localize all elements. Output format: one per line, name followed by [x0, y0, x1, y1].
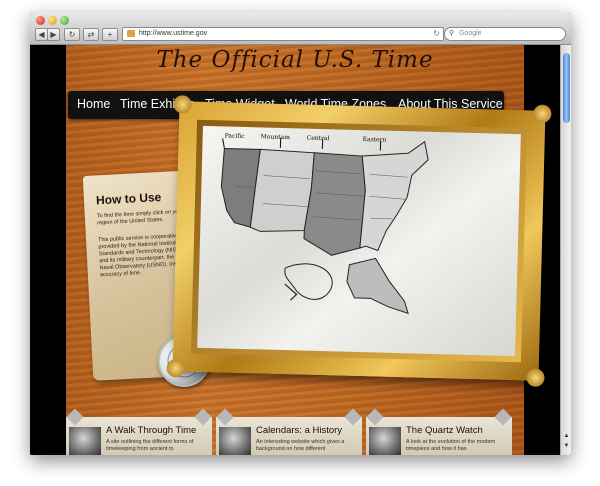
frame-ornament-icon — [526, 368, 545, 387]
card-tab-icon — [494, 408, 512, 426]
search-field[interactable]: ⚲ Google — [444, 27, 566, 41]
add-bookmark-icon[interactable]: + — [102, 28, 118, 41]
time-zone-region-mountain[interactable] — [249, 148, 315, 233]
site-favicon-icon — [127, 30, 135, 37]
exhibit-card-walk-through-time[interactable]: A Walk Through Time A site outlining the… — [66, 408, 212, 455]
web-page: The Official U.S. Time Home Time Exhibit… — [30, 45, 560, 455]
exhibit-title[interactable]: The Quartz Watch — [406, 425, 483, 436]
card-tab-icon — [66, 408, 84, 426]
card-tab-icon — [194, 408, 212, 426]
search-field-placeholder: Google — [459, 30, 482, 37]
card-tab-icon — [216, 408, 234, 426]
exhibit-title[interactable]: A Walk Through Time — [106, 425, 196, 436]
map-frame: Pacific Mountain Central Eastern — [166, 95, 552, 387]
close-window-button[interactable] — [36, 16, 45, 25]
time-zone-region-alaska[interactable] — [346, 257, 409, 315]
exhibit-thumbnail — [219, 427, 251, 455]
search-icon: ⚲ — [449, 30, 455, 37]
zoom-window-button[interactable] — [60, 16, 69, 25]
browser-toolbar: ◀ ▶ ↻ ⇄ + http://www.ustime.gov ↻ ⚲ Goog… — [30, 12, 571, 45]
reload-icon[interactable]: ↻ — [64, 28, 80, 41]
exhibit-description: A site outlining the different forms of … — [106, 439, 194, 452]
snapback-icon[interactable]: ⇄ — [83, 28, 99, 41]
vertical-scrollbar[interactable]: ▲ ▼ — [560, 45, 571, 455]
exhibit-card-quartz-watch[interactable]: The Quartz Watch A look at the evolution… — [366, 408, 512, 455]
us-time-zone-map: Pacific Mountain Central Eastern — [197, 125, 521, 357]
us-map-drawing — [220, 137, 429, 315]
frame-ornament-icon — [173, 95, 192, 114]
forward-arrow-icon[interactable]: ▶ — [47, 28, 60, 41]
exhibit-card-calendars-history[interactable]: Calendars: a History An interesting webs… — [216, 408, 362, 455]
how-to-use-heading: How to Use — [95, 189, 162, 208]
exhibit-description: An interesting website which gives a bac… — [256, 439, 345, 452]
address-bar[interactable]: http://www.ustime.gov ↻ — [122, 27, 444, 41]
card-tab-icon — [344, 408, 362, 426]
exhibit-thumbnail — [369, 427, 401, 455]
nav-home[interactable]: Home — [77, 97, 110, 111]
exhibit-cards: A Walk Through Time A site outlining the… — [66, 408, 524, 455]
time-zone-region-central[interactable] — [303, 152, 367, 257]
minimize-window-button[interactable] — [48, 16, 57, 25]
exhibit-thumbnail — [69, 427, 101, 455]
reload-field-icon[interactable]: ↻ — [433, 28, 440, 40]
wood-background: The Official U.S. Time Home Time Exhibit… — [66, 45, 552, 455]
scroll-down-icon[interactable]: ▼ — [563, 443, 570, 449]
scrollbar-thumb[interactable] — [563, 53, 570, 123]
exhibit-title[interactable]: Calendars: a History — [256, 425, 342, 436]
browser-window: ◀ ▶ ↻ ⇄ + http://www.ustime.gov ↻ ⚲ Goog… — [30, 12, 571, 455]
page-title: The Official U.S. Time — [156, 47, 434, 73]
exhibit-description: A look at the evolution of the modern ti… — [406, 439, 496, 452]
card-tab-icon — [366, 408, 384, 426]
frame-ornament-icon — [533, 104, 552, 123]
time-zone-region-eastern[interactable] — [359, 140, 429, 252]
time-zone-region-hawaii[interactable] — [284, 263, 333, 300]
address-bar-url: http://www.ustime.gov — [139, 30, 208, 37]
scroll-up-icon[interactable]: ▲ — [563, 433, 570, 439]
